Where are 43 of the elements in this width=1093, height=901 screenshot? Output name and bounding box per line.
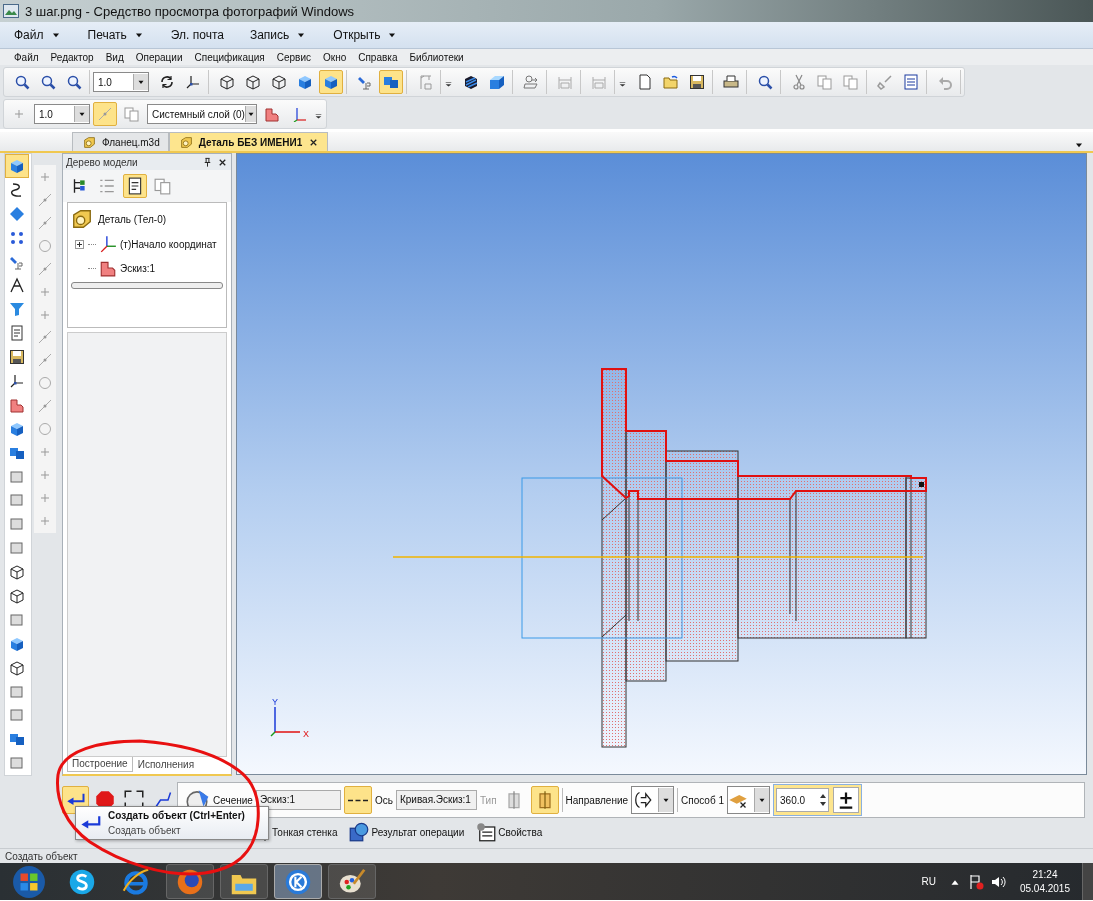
document-tab[interactable]: Деталь БЕЗ ИМЕНИ1 [168, 132, 329, 151]
axis-label: Y [272, 697, 278, 707]
panel-tab[interactable]: Построение [67, 757, 133, 772]
viewer-menu-item[interactable]: Печать [87, 28, 145, 42]
window-title: 3 шаг.png - Средство просмотра фотографий Windows [25, 3, 355, 19]
menu-item[interactable]: Спецификация [194, 51, 265, 63]
step-dropdown[interactable]: 1.0 [34, 104, 90, 124]
clock[interactable]: 21:24 05.04.2015 [1019, 867, 1070, 896]
menu-item[interactable]: Редактор [50, 51, 94, 63]
field-label: Направление [565, 794, 629, 806]
axis-field[interactable]: Кривая.Эскиз:1 [395, 790, 477, 810]
tree-item[interactable]: Эскиз:1 [120, 262, 156, 274]
viewer-menu-item[interactable]: Открыть [333, 28, 399, 42]
scale-dropdown[interactable]: 1.0 [93, 72, 149, 92]
property-tab[interactable]: Результат операции [349, 822, 465, 842]
section-field[interactable]: Эскиз:1 [255, 790, 341, 810]
tree-item[interactable]: (т)Начало координат [120, 238, 217, 250]
language-indicator[interactable]: RU [921, 876, 936, 887]
axis-label: X [303, 729, 309, 739]
panel-tab[interactable]: Исполнения [132, 757, 200, 772]
angle-field[interactable]: 360.0 [776, 788, 829, 812]
menu-item[interactable]: Справка [358, 51, 398, 63]
menu-item[interactable]: Сервис [276, 51, 311, 63]
viewer-menu-item[interactable]: Запись [249, 28, 308, 42]
document-tab[interactable]: Фланец.m3d [72, 132, 169, 151]
menu-item[interactable]: Файл [14, 51, 39, 63]
property-tab[interactable]: Свойства [476, 822, 543, 842]
tooltip-title: Создать объект (Ctrl+Enter) [108, 810, 245, 821]
field-label: Тип [479, 794, 497, 806]
menu-item[interactable]: Окно [323, 51, 347, 63]
tooltip-text: Создать объект [108, 825, 182, 836]
viewer-menu-item[interactable]: Эл. почта [170, 28, 224, 42]
field-label: Сечение [213, 794, 253, 806]
field-label: Ось [374, 794, 393, 806]
viewer-menu-item[interactable]: Файл [14, 28, 62, 42]
field-label: Способ 1 [681, 794, 724, 806]
layer-dropdown[interactable]: Системный слой (0) [147, 104, 257, 124]
menu-item[interactable]: Операции [135, 51, 183, 63]
menu-item[interactable]: Библиотеки [409, 51, 464, 63]
panel-title: Дерево модели [66, 156, 138, 168]
status-text: Создать объект [5, 850, 78, 862]
menu-item[interactable]: Вид [105, 51, 124, 63]
tree-item[interactable]: Деталь (Тел-0) [98, 213, 167, 225]
